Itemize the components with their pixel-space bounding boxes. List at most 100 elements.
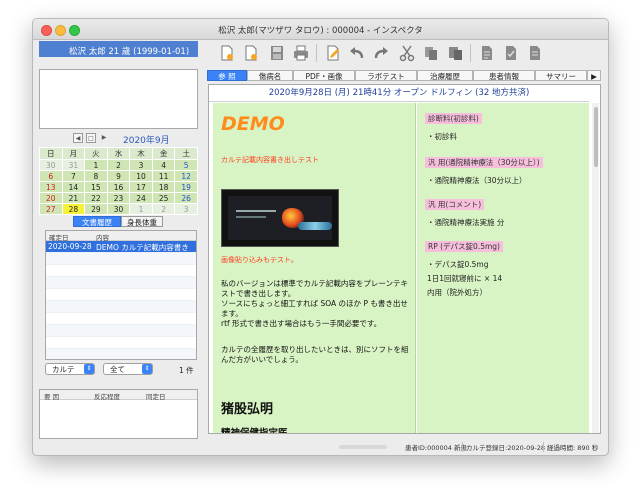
print-icon[interactable]: [292, 44, 310, 62]
calendar-day[interactable]: 16: [106, 181, 131, 193]
main-tabs: 参 照 傷病名 PDF・画像 ラボテスト 治療履歴 患者情報 サマリー ▶: [207, 70, 602, 82]
calendar-day[interactable]: 22: [84, 192, 108, 204]
redo-icon[interactable]: [372, 44, 390, 62]
stamp-icon[interactable]: [502, 44, 520, 62]
allergy-table: 要 因 反応程度 同定日: [39, 389, 198, 439]
calendar-day[interactable]: 18: [151, 181, 176, 193]
paste-icon[interactable]: [446, 44, 464, 62]
calendar-day[interactable]: 12: [174, 170, 198, 182]
empty-row: [46, 301, 196, 313]
tab-diagnosis[interactable]: 傷病名: [247, 70, 293, 81]
calendar-weekday: 月: [61, 147, 86, 160]
calendar-day[interactable]: 15: [84, 181, 108, 193]
soa-paragraph: カルテの全履歴を取り出したいときは、別にソフトを組んだ方がいいでしょう。: [221, 345, 409, 364]
cut-icon[interactable]: [398, 44, 416, 62]
tab-reference[interactable]: 参 照: [207, 70, 247, 81]
document-icon[interactable]: [478, 44, 496, 62]
table-header: 確定日 内容: [46, 231, 196, 242]
calendar-day[interactable]: 4: [151, 159, 176, 171]
progress-indicator: [339, 445, 387, 449]
tab-lab-tests[interactable]: ラボテスト: [355, 70, 417, 81]
undo-icon[interactable]: [348, 44, 366, 62]
calendar-day[interactable]: 29: [84, 203, 108, 215]
row-content: DEMO カルテ記載内容書き: [96, 243, 189, 252]
document-alt-icon[interactable]: [526, 44, 544, 62]
calendar-day[interactable]: 8: [84, 170, 108, 182]
calendar-day[interactable]: 21: [61, 192, 86, 204]
calendar-day[interactable]: 30: [106, 203, 131, 215]
calendar-day[interactable]: 31: [61, 159, 86, 171]
tab-document-history[interactable]: 文書履歴: [73, 216, 121, 227]
order-item: ・通院精神療法実施 分: [427, 218, 505, 227]
document-count: 1 件: [179, 366, 194, 375]
current-month-button[interactable]: □: [86, 133, 96, 143]
screenshot-graphic: [298, 222, 332, 230]
calendar-day[interactable]: 27: [39, 203, 63, 215]
status-bar: 患者ID:000004 新患 カルテ登録日:2020-09-28 経過時間: 8…: [33, 439, 608, 455]
save-icon[interactable]: [268, 44, 286, 62]
column-header-severity[interactable]: 反応程度: [94, 391, 120, 401]
calendar-day[interactable]: 2: [106, 159, 131, 171]
calendar-weekday: 金: [151, 147, 176, 160]
calendar-day[interactable]: 10: [129, 170, 153, 182]
window-title: 松沢 太郎(マツザワ タロウ) : 000004 - インスペクタ: [218, 26, 423, 36]
calendar-day[interactable]: 9: [106, 170, 131, 182]
calendar-day[interactable]: 7: [61, 170, 86, 182]
calendar-day[interactable]: 2: [151, 203, 176, 215]
screenshot-content: [228, 196, 332, 240]
period-select[interactable]: 全て ⇕: [103, 363, 153, 375]
calendar-day[interactable]: 1: [129, 203, 153, 215]
copy-icon[interactable]: [422, 44, 440, 62]
calendar-day[interactable]: 25: [151, 192, 176, 204]
calendar-day[interactable]: 14: [61, 181, 86, 193]
table-row[interactable]: 2020-09-28 DEMO カルテ記載内容書き: [46, 241, 196, 253]
calendar-day[interactable]: 13: [39, 181, 63, 193]
edit-icon[interactable]: [324, 44, 342, 62]
empty-row: [46, 325, 196, 337]
toolbar-separator: [316, 44, 317, 62]
calendar-day[interactable]: 3: [174, 203, 198, 215]
soa-section[interactable]: DEMO カルテ記載内容書き出しテスト 画像貼り込みもテスト。 私のバージョンは…: [213, 103, 416, 433]
demo-title: DEMO: [221, 113, 285, 135]
tab-height-weight[interactable]: 身長体重: [121, 216, 163, 227]
karte-date-status: カルテ登録日:2020-09-28: [466, 444, 545, 452]
tab-treatment-history[interactable]: 治療履歴: [417, 70, 473, 81]
next-month-button[interactable]: ▶: [99, 133, 109, 143]
calendar-day[interactable]: 24: [129, 192, 153, 204]
elapsed-time-status: 経過時間: 890 秒: [547, 444, 599, 452]
calendar-day[interactable]: 30: [39, 159, 63, 171]
column-header-identified-date[interactable]: 同定日: [146, 391, 166, 401]
calendar-day[interactable]: 3: [129, 159, 153, 171]
new-document-icon[interactable]: [218, 44, 236, 62]
doctor-name: 猪股弘明: [221, 402, 274, 417]
order-badge: 汎 用(通院精神療法（30分以上）): [425, 157, 543, 168]
calendar-day[interactable]: 20: [39, 192, 63, 204]
calendar-day[interactable]: 23: [106, 192, 131, 204]
document-type-select[interactable]: カルテ ⇕: [45, 363, 95, 375]
calendar-day[interactable]: 5: [174, 159, 198, 171]
calendar-day[interactable]: 26: [174, 192, 198, 204]
tab-pdf-images[interactable]: PDF・画像: [293, 70, 355, 81]
calendar-weekday: 火: [84, 147, 108, 160]
calendar-day[interactable]: 6: [39, 170, 63, 182]
scrollbar-thumb[interactable]: [594, 107, 598, 167]
patient-memo-area[interactable]: [39, 69, 198, 129]
tab-summary[interactable]: サマリー: [535, 70, 587, 81]
calendar-day[interactable]: 1: [84, 159, 108, 171]
calendar-day[interactable]: 17: [129, 181, 153, 193]
tab-patient-info[interactable]: 患者情報: [473, 70, 535, 81]
calendar-day[interactable]: 19: [174, 181, 198, 193]
tab-scroll-right-button[interactable]: ▶: [587, 70, 601, 81]
empty-row: [46, 337, 196, 349]
order-item: ・初診料: [427, 132, 457, 141]
prev-month-button[interactable]: ◀: [73, 133, 83, 143]
doctor-title: 精神保健指定医: [221, 428, 288, 434]
calendar-day[interactable]: 11: [151, 170, 176, 182]
chevron-updown-icon: ⇕: [142, 364, 152, 374]
calendar-weekday: 土: [174, 147, 198, 160]
calendar-day[interactable]: 28: [61, 203, 86, 215]
column-header-cause[interactable]: 要 因: [44, 391, 59, 401]
plan-section[interactable]: 診断料(初診料) ・初診料 汎 用(通院精神療法（30分以上）) ・通院精神療法…: [417, 103, 589, 433]
empty-row: [46, 265, 196, 277]
new-document-alt-icon[interactable]: [242, 44, 260, 62]
